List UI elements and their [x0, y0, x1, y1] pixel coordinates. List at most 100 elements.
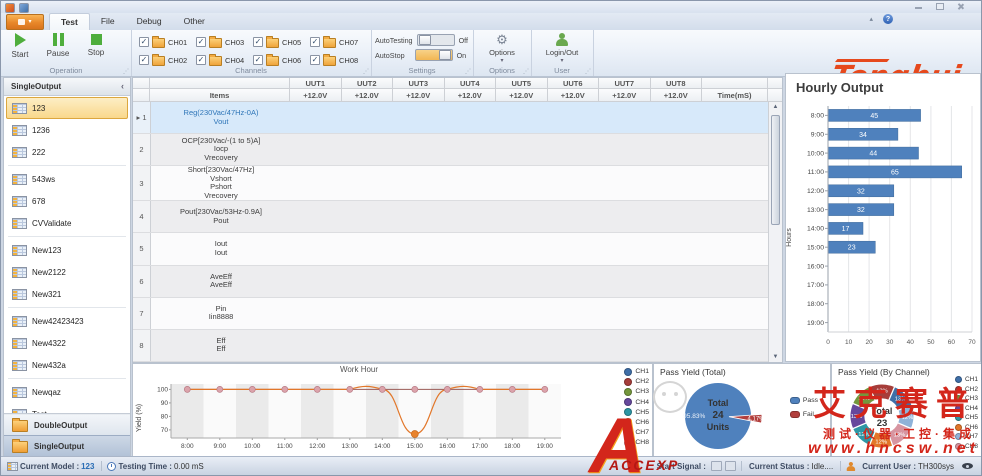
- legend-label: CH2: [635, 377, 649, 386]
- table-scrollbar[interactable]: ▲ ▼: [768, 102, 782, 362]
- table-row[interactable]: ▸ 1Reg(230Vac/47Hz-0A)Vout: [133, 102, 768, 134]
- window-small-icon[interactable]: [19, 3, 29, 13]
- ribbon: Start Pause Stop Operation ⋰ ✓CH01✓CH02✓…: [1, 30, 981, 77]
- pause-icon: [53, 33, 64, 46]
- current-status-value: Idle....: [811, 462, 833, 471]
- checkbox-icon[interactable]: ✓: [310, 37, 320, 47]
- time-result-cell: [702, 298, 768, 329]
- tab-other[interactable]: Other: [173, 13, 216, 30]
- svg-text:10:00: 10:00: [807, 150, 824, 157]
- scroll-down-icon[interactable]: ▼: [769, 354, 782, 360]
- sidebar-item-new432a[interactable]: New432a: [6, 354, 128, 376]
- minimize-icon[interactable]: [914, 3, 923, 10]
- legend-label: CH5: [635, 408, 649, 417]
- time-header-cell: Time(mS): [702, 89, 768, 102]
- sidebar-item-new123[interactable]: New123: [6, 239, 128, 261]
- uut-result-cell: [497, 201, 548, 232]
- checkbox-icon[interactable]: ✓: [139, 37, 149, 47]
- dialog-launcher-icon[interactable]: ⋰: [363, 68, 369, 75]
- pass-yield-total-chart: 4.17%95.83%Total24Units: [658, 374, 788, 463]
- dialog-launcher-icon[interactable]: ⋰: [123, 68, 129, 75]
- auto-testing-toggle[interactable]: [417, 34, 455, 46]
- uut-result-cell: [599, 201, 650, 232]
- channel-ch07[interactable]: ✓CH07: [310, 34, 367, 50]
- legend-label: CH4: [965, 404, 978, 413]
- table-row[interactable]: 6AveEffAveEff: [133, 266, 768, 298]
- stop-button[interactable]: Stop: [79, 33, 113, 57]
- legend-swatch: [624, 368, 632, 376]
- checkbox-icon[interactable]: ✓: [139, 55, 149, 65]
- start-signal-indicator: [711, 461, 722, 471]
- sidebar-item-678[interactable]: 678: [6, 190, 128, 212]
- legend-label: CH3: [635, 387, 649, 396]
- login-out-button[interactable]: Login/Out ▾: [531, 33, 593, 64]
- uut-value-cell: +12.0V: [445, 89, 497, 102]
- sidebar-item-222[interactable]: 222: [6, 141, 128, 163]
- sidebar-item-new2122[interactable]: New2122: [6, 261, 128, 283]
- checkbox-icon[interactable]: ✓: [196, 55, 206, 65]
- svg-text:12%: 12%: [875, 440, 887, 446]
- time-result-cell: [702, 102, 768, 133]
- table-row[interactable]: 4Pout[230Vac/53Hz-0.9A]Pout: [133, 201, 768, 233]
- table-row[interactable]: 7PinIin8888: [133, 298, 768, 330]
- start-button[interactable]: Start: [3, 33, 37, 59]
- sidebar-mode-doubleoutput[interactable]: DoubleOutput: [4, 414, 130, 435]
- sidebar-item-new321[interactable]: New321: [6, 283, 128, 305]
- channel-ch03[interactable]: ✓CH03: [196, 34, 253, 50]
- pause-button[interactable]: Pause: [41, 33, 75, 58]
- channel-label: CH02: [168, 56, 187, 65]
- sidebar-item-543ws[interactable]: 543ws: [6, 168, 128, 190]
- close-icon[interactable]: [956, 3, 965, 10]
- legend-swatch: [624, 398, 632, 406]
- stop-icon: [91, 34, 102, 45]
- uut-result-cell: [497, 266, 548, 297]
- table-row[interactable]: 3Short[230Vac/47Hz]VshortPshortVrecovery: [133, 166, 768, 201]
- collapse-ribbon-icon[interactable]: ▴: [869, 15, 873, 23]
- separator: [8, 236, 126, 237]
- collapse-sidebar-icon[interactable]: ‹: [121, 78, 124, 95]
- eye-icon[interactable]: [962, 463, 973, 469]
- sidebar-item-1236[interactable]: 1236: [6, 119, 128, 141]
- svg-text:95.83%: 95.83%: [683, 413, 705, 420]
- table-row[interactable]: 5IoutIout: [133, 233, 768, 265]
- row-header-cell: 7: [133, 298, 151, 329]
- sidebar-item-123[interactable]: 123: [6, 97, 128, 119]
- tab-file[interactable]: File: [90, 13, 126, 30]
- header-cell-uut4: UUT4: [445, 78, 497, 89]
- channel-label: CH06: [282, 56, 301, 65]
- channel-ch01[interactable]: ✓CH01: [139, 34, 196, 50]
- scroll-up-icon[interactable]: ▲: [769, 104, 782, 110]
- scrollbar-thumb[interactable]: [771, 115, 780, 225]
- channel-ch05[interactable]: ✓CH05: [253, 34, 310, 50]
- tab-test[interactable]: Test: [49, 13, 90, 30]
- legend-swatch: [624, 429, 632, 437]
- status-bar: Current Model : 123 Testing Time : 0.00 …: [1, 456, 981, 475]
- sidebar-mode-singleoutput[interactable]: SingleOutput: [4, 435, 130, 456]
- table-row[interactable]: 2OCP[230Vac/-(1 to 5)A]IocpVrecovery: [133, 134, 768, 166]
- dialog-launcher-icon[interactable]: ⋰: [585, 68, 591, 75]
- row-header-cell: 4: [133, 201, 151, 232]
- checkbox-icon[interactable]: ✓: [253, 55, 263, 65]
- checkbox-icon[interactable]: ✓: [253, 37, 263, 47]
- dialog-launcher-icon[interactable]: ⋰: [465, 68, 471, 75]
- sidebar-item-new4322[interactable]: New4322: [6, 332, 128, 354]
- sidebar-item-cvvalidate[interactable]: CVValidate: [6, 212, 128, 234]
- app-small-icon[interactable]: [5, 3, 15, 13]
- checkbox-icon[interactable]: ✓: [196, 37, 206, 47]
- options-button[interactable]: ⚙ Options ▾: [473, 33, 531, 64]
- uut-value-cell: +12.0V: [548, 89, 600, 102]
- restore-icon[interactable]: [935, 3, 944, 10]
- table-row[interactable]: 8EffEff: [133, 330, 768, 362]
- sidebar-item-new42423423[interactable]: New42423423: [6, 310, 128, 332]
- help-icon[interactable]: ?: [883, 14, 893, 24]
- tab-debug[interactable]: Debug: [126, 13, 173, 30]
- sidebar-item-newqaz[interactable]: Newqaz: [6, 381, 128, 403]
- svg-text:17: 17: [842, 226, 850, 233]
- dialog-launcher-icon[interactable]: ⋰: [523, 68, 529, 75]
- sidebar-item-label: New432a: [32, 361, 66, 370]
- auto-stop-toggle[interactable]: [415, 49, 453, 61]
- legend-swatch: [624, 408, 632, 416]
- application-menu-button[interactable]: ▾: [6, 14, 44, 30]
- checkbox-icon[interactable]: ✓: [310, 55, 320, 65]
- uut-result-cell: [497, 330, 548, 361]
